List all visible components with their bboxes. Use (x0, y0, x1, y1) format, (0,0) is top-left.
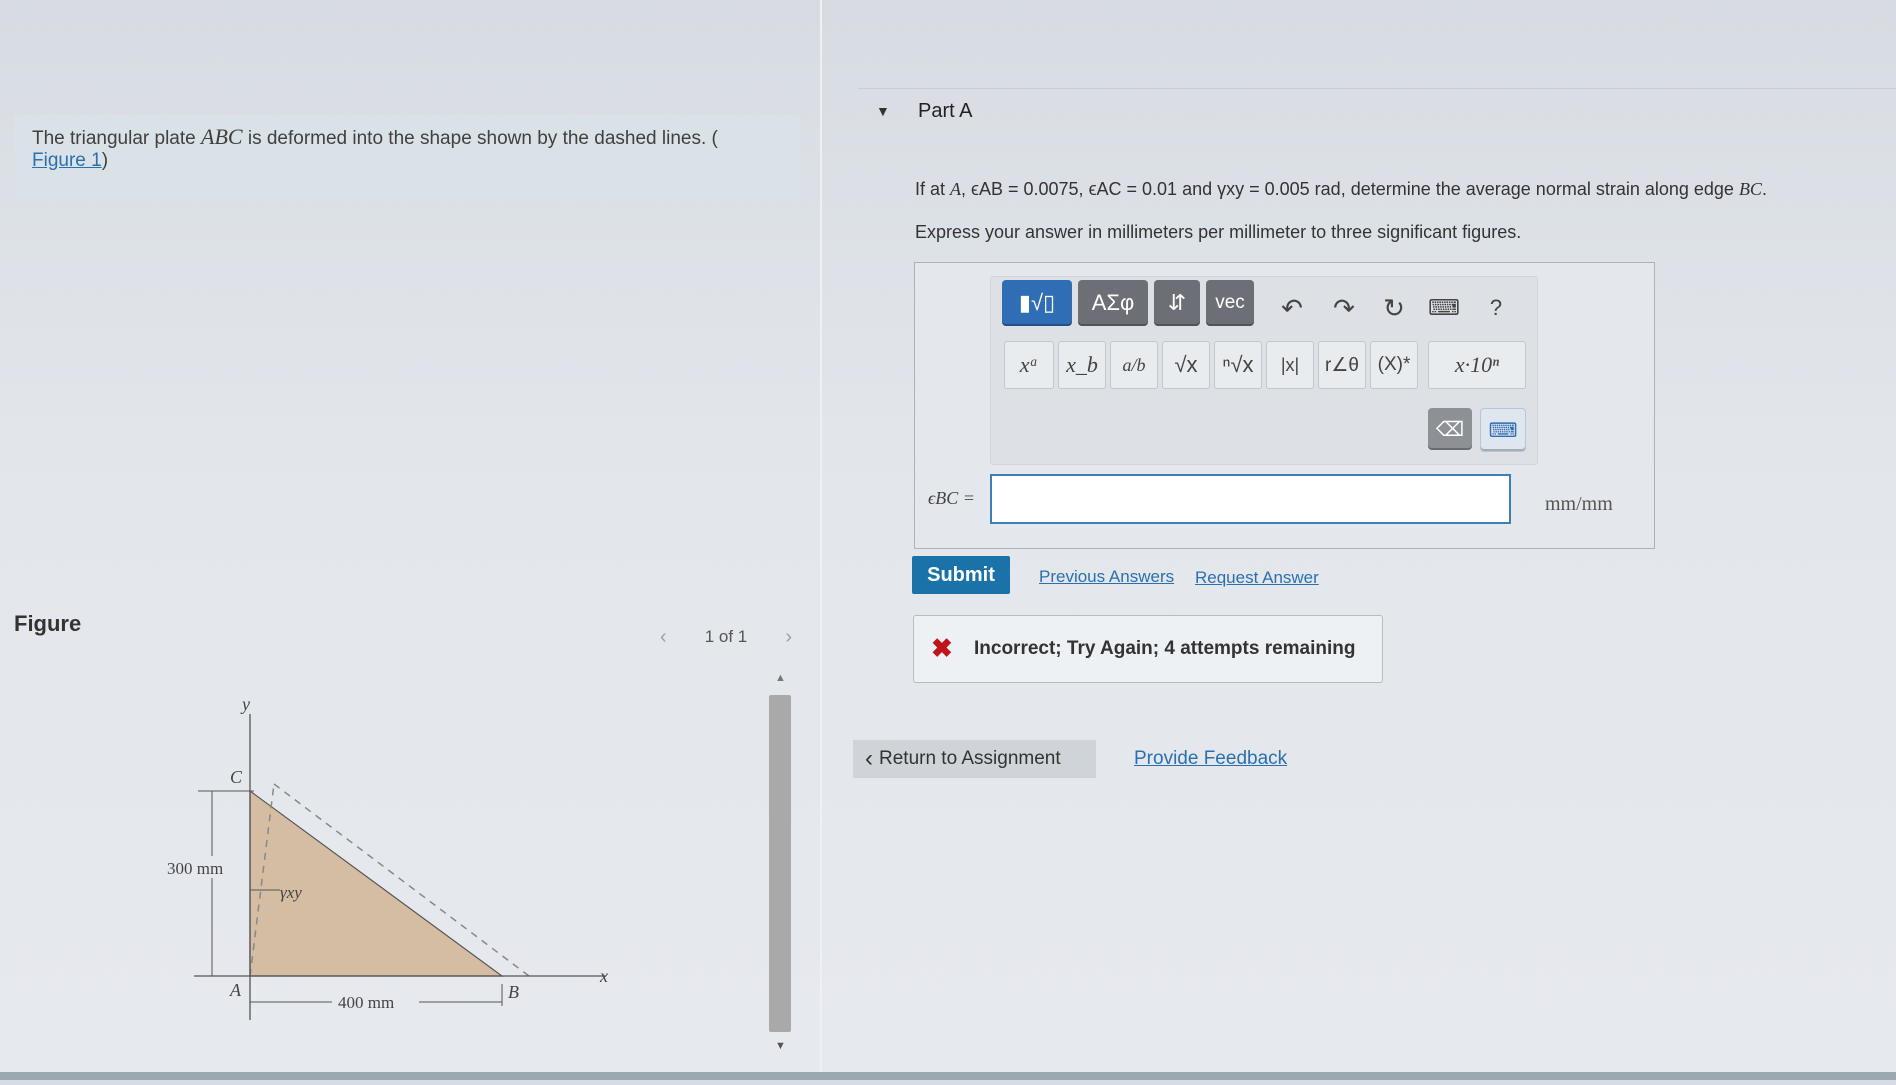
problem-text-before: The triangular plate (32, 128, 201, 149)
figure-area: y x A B C 300 mm 400 mm γxy (14, 666, 774, 1080)
scroll-down-icon[interactable]: ▼ (775, 1040, 786, 1052)
scroll-up-icon[interactable]: ▲ (775, 672, 786, 684)
question-point: A (950, 179, 962, 199)
superscript-label: xᵃ (1019, 352, 1039, 377)
scrollbar-thumb[interactable] (769, 695, 791, 1032)
backspace-button[interactable]: ⌫ (1428, 408, 1472, 450)
answer-instruction: Express your answer in millimeters per m… (915, 222, 1522, 242)
panel-divider (820, 0, 822, 1080)
subscript-button[interactable]: x_b (1058, 341, 1106, 389)
nth-root-button[interactable]: ⁿ√x (1214, 341, 1262, 389)
question-edge: BC (1738, 179, 1762, 199)
reset-icon[interactable]: ↻ (1374, 288, 1414, 328)
arrows-button[interactable]: ⇵ (1154, 280, 1200, 326)
point-b-label: B (508, 982, 519, 1002)
templates-icon: ▮√▯ (1018, 290, 1056, 315)
nth-root-label: ⁿ√x (1222, 352, 1254, 377)
request-answer-link[interactable]: Request Answer (1195, 568, 1319, 588)
sqrt-button[interactable]: √x (1162, 341, 1210, 389)
abs-value-button[interactable]: |x| (1266, 341, 1314, 389)
arrows-icon: ⇵ (1167, 290, 1187, 315)
condition-gamma: γxy = 0.005 rad (1217, 179, 1341, 199)
subscript-label: x_b (1066, 352, 1098, 377)
figure-heading: Figure (14, 611, 82, 636)
collapse-caret-icon[interactable]: ▼ (876, 103, 890, 119)
chevron-left-icon: ‹ (865, 745, 873, 772)
keyboard-toggle-icon: ⌨ (1488, 419, 1518, 442)
figure-pager: ‹ 1 of 1 › (660, 622, 792, 652)
answer-label: ϵBC = (928, 488, 975, 508)
superscript-button[interactable]: xᵃ (1004, 341, 1054, 389)
question-text: If at A, ϵAB = 0.0075, ϵAC = 0.01 and γx… (915, 176, 1875, 202)
y-axis-label: y (240, 694, 250, 714)
keyboard-icon[interactable]: ⌨ (1424, 288, 1464, 328)
redo-icon[interactable]: ↷ (1324, 288, 1364, 328)
plate-name: ABC (201, 124, 243, 149)
gamma-label: γxy (280, 883, 302, 902)
conjugate-button[interactable]: (X)* (1370, 341, 1418, 389)
return-to-assignment-button[interactable]: ‹ Return to Assignment (853, 740, 1096, 778)
greek-button[interactable]: ΑΣφ (1078, 280, 1148, 326)
vec-button[interactable]: vec (1206, 280, 1254, 326)
point-c-label: C (230, 767, 243, 787)
next-figure-icon[interactable]: › (785, 626, 792, 649)
fraction-button[interactable]: a/b (1110, 341, 1158, 389)
greek-icon: ΑΣφ (1091, 290, 1135, 315)
sci-notation-label: x·10ⁿ (1454, 352, 1500, 377)
help-button[interactable]: ? (1476, 288, 1516, 328)
abs-value-label: |x| (1280, 354, 1300, 375)
feedback-message: Incorrect; Try Again; 4 attempts remaini… (974, 638, 1356, 659)
figure-page-count: 1 of 1 (704, 627, 748, 646)
answer-input[interactable] (990, 474, 1511, 524)
figure-link[interactable]: Figure 1 (32, 150, 102, 171)
sqrt-label: √x (1174, 352, 1198, 377)
condition-ac: ϵAC = 0.01 and (1088, 179, 1218, 199)
templates-button[interactable]: ▮√▯ (1002, 280, 1072, 326)
undo-icon[interactable]: ↶ (1272, 288, 1312, 328)
bottom-bar (0, 1072, 1896, 1080)
plate-diagram: y x A B C 300 mm 400 mm γxy (167, 694, 608, 1020)
question-end: . (1761, 179, 1767, 199)
x-axis-label: x (599, 966, 608, 986)
part-title: Part A (918, 100, 973, 122)
unit-label: mm/mm (1545, 493, 1613, 515)
incorrect-x-icon: ✖ (931, 633, 953, 663)
help-icon: ? (1489, 295, 1503, 320)
prev-figure-icon[interactable]: ‹ (660, 626, 667, 649)
width-label: 400 mm (338, 993, 394, 1012)
sci-notation-button[interactable]: x·10ⁿ (1428, 341, 1526, 389)
condition-ab: , ϵAB = 0.0075, (961, 179, 1089, 199)
polar-button[interactable]: r∠θ (1318, 341, 1366, 389)
problem-statement: The triangular plate ABC is deformed int… (32, 126, 772, 172)
conjugate-label: (X)* (1377, 354, 1411, 375)
vec-label: vec (1215, 292, 1245, 313)
point-a-label: A (229, 980, 242, 1000)
provide-feedback-link[interactable]: Provide Feedback (1134, 748, 1287, 770)
keyboard-toggle-button[interactable]: ⌨ (1480, 408, 1526, 452)
height-label: 300 mm (167, 859, 223, 878)
section-rule (858, 88, 1896, 89)
submit-button[interactable]: Submit (912, 556, 1010, 594)
question-suffix: , determine the average normal strain al… (1340, 179, 1739, 199)
backspace-icon: ⌫ (1435, 418, 1465, 441)
polar-label: r∠θ (1325, 354, 1359, 376)
problem-text-after: is deformed into the shape shown by the … (242, 128, 718, 149)
previous-answers-link[interactable]: Previous Answers (1039, 567, 1174, 587)
question-prefix: If at (915, 179, 951, 199)
close-paren: ) (101, 150, 109, 171)
fraction-label: a/b (1122, 354, 1146, 375)
return-label: Return to Assignment (879, 748, 1061, 769)
